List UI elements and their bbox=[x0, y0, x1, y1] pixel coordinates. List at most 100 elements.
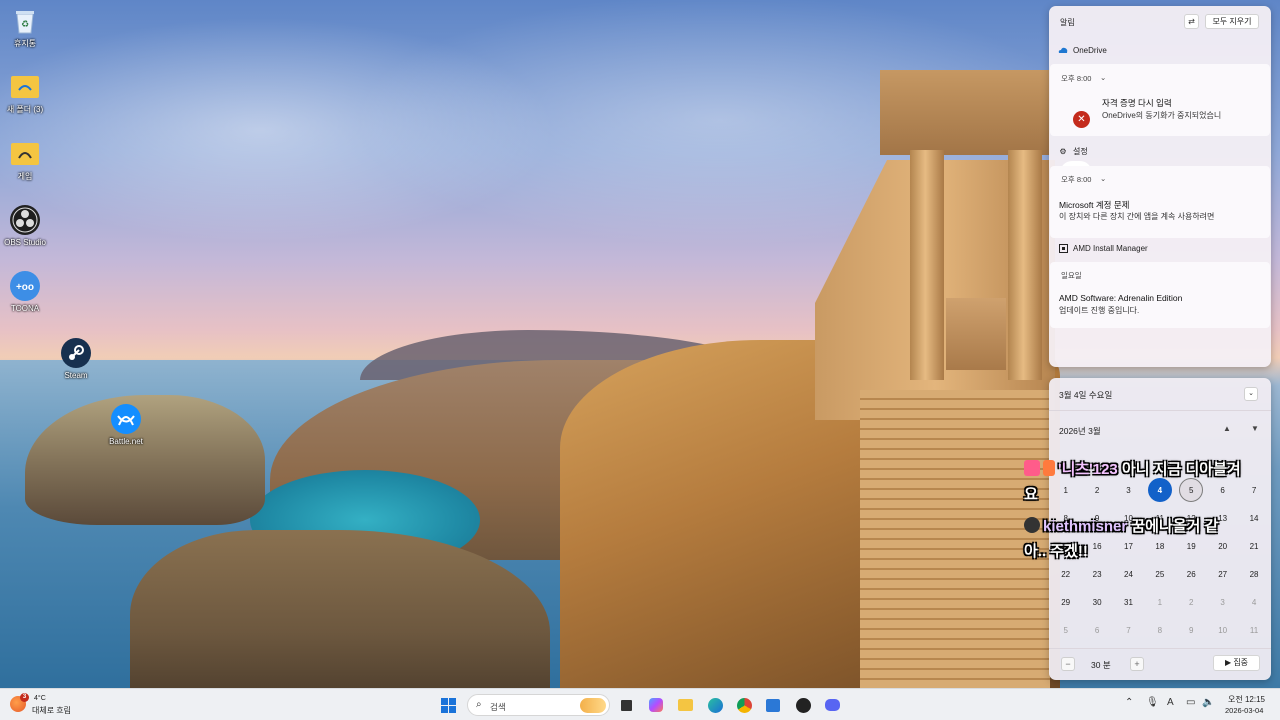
calendar-day-next-month[interactable]: 11 bbox=[1238, 616, 1269, 644]
calendar-day-next-month[interactable]: 5 bbox=[1050, 616, 1081, 644]
calendar-day[interactable]: 2 bbox=[1081, 476, 1112, 504]
notification-body: 업데이트 진행 중입니다. bbox=[1059, 306, 1140, 315]
calendar-day[interactable]: 28 bbox=[1238, 560, 1269, 588]
desktop-icon-new-folder[interactable]: 새 폴더 (3) bbox=[0, 72, 54, 115]
chrome-button[interactable] bbox=[735, 696, 753, 714]
calendar-day[interactable]: 20 bbox=[1207, 532, 1238, 560]
chevron-up-icon[interactable]: ▲ bbox=[1223, 424, 1231, 433]
notification-app-name: AMD Install Manager bbox=[1073, 243, 1148, 253]
calendar-day-today[interactable]: 4 bbox=[1144, 476, 1175, 504]
calendar-day[interactable]: 19 bbox=[1176, 532, 1207, 560]
desktop-icon-label: 게임 bbox=[17, 172, 33, 181]
notification-app-amd[interactable]: AMD Install Manager bbox=[1058, 240, 1148, 256]
calendar-day[interactable]: 3 bbox=[1113, 476, 1144, 504]
calendar-day[interactable]: 6 bbox=[1207, 476, 1238, 504]
calendar-day[interactable]: 18 bbox=[1144, 532, 1175, 560]
calendar-day-next-month[interactable]: 3 bbox=[1207, 588, 1238, 616]
calendar-day-next-month[interactable]: 7 bbox=[1113, 616, 1144, 644]
calendar-day[interactable]: 22 bbox=[1050, 560, 1081, 588]
svg-text:+oo: +oo bbox=[16, 282, 34, 293]
calendar-day[interactable]: 24 bbox=[1113, 560, 1144, 588]
calendar-day-next-month[interactable]: 6 bbox=[1081, 616, 1112, 644]
chat-message-continued: 요 bbox=[1024, 486, 1038, 503]
svg-text:♻: ♻ bbox=[21, 19, 29, 29]
calendar-day[interactable]: 5 bbox=[1176, 476, 1207, 504]
calendar-day-next-month[interactable]: 2 bbox=[1176, 588, 1207, 616]
calendar-week: 1 2 3 4 5 6 7 bbox=[1050, 476, 1270, 504]
focus-decrease-button[interactable]: − bbox=[1061, 657, 1075, 671]
notification-badge: 3 bbox=[20, 693, 29, 702]
error-icon: ✕ bbox=[1073, 111, 1090, 128]
desktop-icon-steam[interactable]: Steam bbox=[47, 338, 105, 381]
notification-body: OneDrive의 동기화가 중지되었습니 bbox=[1102, 111, 1222, 120]
edge-button[interactable] bbox=[706, 696, 724, 714]
calendar-day[interactable]: 31 bbox=[1113, 588, 1144, 616]
chevron-down-icon[interactable]: ⌄ bbox=[1100, 73, 1106, 82]
desktop-icon-obs[interactable]: OBS Studio bbox=[0, 205, 54, 248]
focus-increase-button[interactable]: + bbox=[1130, 657, 1144, 671]
store-icon bbox=[766, 698, 780, 712]
divider bbox=[1049, 410, 1271, 411]
calendar-day[interactable]: 26 bbox=[1176, 560, 1207, 588]
notification-heading: AMD Software: Adrenalin Edition bbox=[1059, 293, 1183, 303]
calendar-day[interactable]: 27 bbox=[1207, 560, 1238, 588]
notification-center: 알림 ⇄ 모두 지우기 OneDrive 오후 8:00 ⌄ 자격 증명 다시 … bbox=[1049, 6, 1271, 367]
desktop-icon-recycle-bin[interactable]: ♻ 휴지통 bbox=[0, 6, 54, 49]
calendar-day[interactable]: 25 bbox=[1144, 560, 1175, 588]
calendar-day-next-month[interactable]: 9 bbox=[1176, 616, 1207, 644]
desktop-icon-games[interactable]: 게임 bbox=[0, 139, 54, 182]
onedrive-icon bbox=[1058, 45, 1068, 55]
taskbar-clock-time[interactable]: 오전 12:15 bbox=[1228, 694, 1265, 705]
wallpaper-column bbox=[910, 150, 944, 380]
clear-all-button[interactable]: 모두 지우기 bbox=[1205, 14, 1259, 29]
chevron-down-icon[interactable]: ▼ bbox=[1251, 424, 1259, 433]
calendar-day-next-month[interactable]: 10 bbox=[1207, 616, 1238, 644]
notification-app-settings[interactable]: ⚙ 설정 bbox=[1058, 143, 1087, 159]
calendar-day-next-month[interactable]: 8 bbox=[1144, 616, 1175, 644]
taskbar: 3 4°C 대체로 흐림 ⌕ 검색 ⌃ 🎙 A ▭ 🔈 오전 12:15 202… bbox=[0, 688, 1280, 720]
wallpaper-stairs bbox=[860, 390, 1050, 688]
weather-temp: 4°C bbox=[34, 695, 46, 702]
network-icon[interactable]: ▭ bbox=[1186, 697, 1195, 708]
calendar-day[interactable]: 23 bbox=[1081, 560, 1112, 588]
chat-message-continued: 아.. 주겠!! bbox=[1024, 543, 1088, 560]
chevron-up-icon[interactable]: ⌃ bbox=[1125, 697, 1133, 708]
calendar-month-label[interactable]: 2026년 3월 bbox=[1059, 425, 1101, 437]
calendar-day[interactable]: 30 bbox=[1081, 588, 1112, 616]
notification-card-amd[interactable]: 일요일 AMD Software: Adrenalin Edition 업데이트… bbox=[1050, 262, 1270, 328]
calendar-day[interactable]: 29 bbox=[1050, 588, 1081, 616]
speaker-icon[interactable]: 🔈 bbox=[1202, 697, 1214, 708]
store-button[interactable] bbox=[764, 696, 782, 714]
ime-indicator-icon[interactable]: A bbox=[1167, 697, 1174, 708]
obs-taskbar-button[interactable] bbox=[794, 696, 812, 714]
do-not-disturb-button[interactable]: ⇄ bbox=[1184, 14, 1199, 29]
calendar-day-next-month[interactable]: 4 bbox=[1238, 588, 1269, 616]
calendar-day[interactable]: 7 bbox=[1238, 476, 1269, 504]
focus-start-button[interactable]: ▶ 집중 bbox=[1213, 655, 1260, 671]
obs-icon bbox=[10, 205, 40, 235]
focus-duration: 30 분 bbox=[1091, 660, 1111, 670]
calendar-week: 22 23 24 25 26 27 28 bbox=[1050, 560, 1270, 588]
notification-app-onedrive[interactable]: OneDrive bbox=[1058, 42, 1107, 58]
notification-card-settings[interactable]: 오후 8:00 ⌄ Microsoft 계정 문제 이 장치와 다른 장치 간에… bbox=[1050, 166, 1270, 238]
calendar-day-next-month[interactable]: 1 bbox=[1144, 588, 1175, 616]
calendar-day[interactable]: 1 bbox=[1050, 476, 1081, 504]
chevron-down-icon[interactable]: ⌄ bbox=[1100, 174, 1106, 183]
calendar-day[interactable]: 14 bbox=[1238, 504, 1269, 532]
calendar-day[interactable]: 21 bbox=[1238, 532, 1269, 560]
taskbar-search[interactable]: ⌕ 검색 bbox=[467, 694, 610, 716]
taskbar-clock-date[interactable]: 2026-03-04 bbox=[1225, 706, 1263, 715]
calendar-day[interactable]: 17 bbox=[1113, 532, 1144, 560]
file-explorer-button[interactable] bbox=[676, 696, 694, 714]
chevron-down-icon[interactable]: ⌄ bbox=[1244, 387, 1258, 401]
notification-heading: Microsoft 계정 문제 bbox=[1059, 200, 1130, 210]
desktop-icon-label: OBS Studio bbox=[4, 238, 46, 247]
copilot-button[interactable] bbox=[647, 696, 665, 714]
task-view-button[interactable] bbox=[617, 696, 635, 714]
folder-icon bbox=[10, 72, 40, 102]
desktop-icon-toona[interactable]: +oo TOONA bbox=[0, 271, 54, 314]
discord-button[interactable] bbox=[823, 696, 841, 714]
desktop-icon-battlenet[interactable]: Battle.net bbox=[97, 404, 155, 447]
microphone-icon[interactable]: 🎙 bbox=[1146, 697, 1159, 708]
start-button[interactable] bbox=[439, 696, 457, 714]
